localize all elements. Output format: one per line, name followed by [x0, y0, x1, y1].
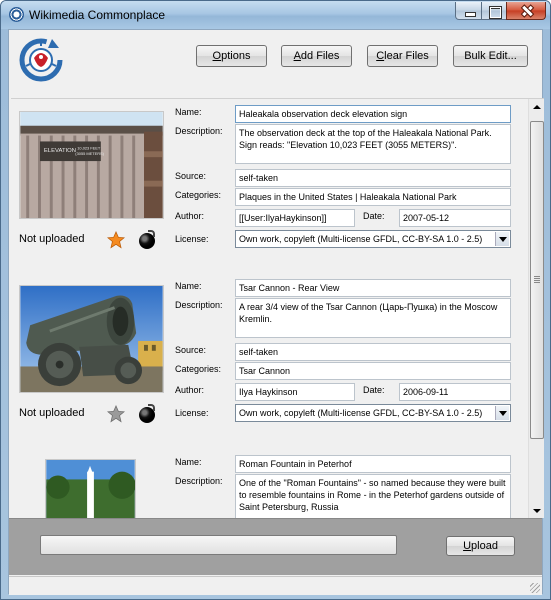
categories-field[interactable]: Tsar Cannon [235, 362, 511, 380]
clear-files-button[interactable]: Clear Files [367, 45, 438, 67]
file-entry: ELEVATION 10,023 FEET (3055 METERS) Not … [11, 99, 526, 274]
upload-bar: Upload [9, 518, 542, 575]
name-label: Name: [175, 281, 202, 291]
bomb-icon[interactable] [139, 230, 155, 249]
scroll-up-icon[interactable] [529, 99, 544, 115]
add-files-button[interactable]: Add Files [281, 45, 352, 67]
name-field[interactable]: Roman Fountain in Peterhof [235, 455, 511, 473]
date-field[interactable]: 2007-05-12 [399, 209, 511, 227]
source-label: Source: [175, 345, 207, 355]
upload-status: Not uploaded [19, 233, 85, 245]
license-label: License: [175, 234, 209, 244]
app-icon [9, 7, 24, 22]
license-value: Own work, copyleft (Multi-license GFDL, … [239, 234, 483, 244]
thumb-sign-text-1: ELEVATION [44, 148, 76, 154]
resize-grip-icon[interactable] [530, 583, 540, 593]
file-thumbnail[interactable] [19, 285, 164, 393]
status-bar [9, 576, 542, 595]
license-label: License: [175, 408, 209, 418]
close-button[interactable] [506, 2, 546, 20]
window-title: Wikimedia Commonplace [29, 8, 166, 22]
categories-label: Categories: [175, 190, 222, 200]
source-field[interactable]: self-taken [235, 169, 511, 187]
star-icon[interactable] [107, 231, 125, 249]
date-field[interactable]: 2006-09-11 [399, 383, 511, 401]
date-label: Date: [363, 211, 385, 221]
description-label: Description: [175, 476, 223, 486]
license-select[interactable]: Own work, copyleft (Multi-license GFDL, … [235, 404, 511, 422]
upload-status: Not uploaded [19, 407, 85, 419]
categories-label: Categories: [175, 364, 222, 374]
chevron-down-icon[interactable] [495, 232, 509, 246]
name-label: Name: [175, 457, 202, 467]
star-icon[interactable] [107, 405, 125, 423]
chevron-down-icon[interactable] [495, 406, 509, 420]
description-label: Description: [175, 126, 223, 136]
file-entry: Not uploaded Name: Tsar Cannon - Rear Vi… [11, 273, 526, 448]
title-bar[interactable]: Wikimedia Commonplace [1, 1, 550, 29]
options-button[interactable]: Options [196, 45, 267, 67]
scrollbar-thumb[interactable] [530, 121, 544, 439]
date-label: Date: [363, 385, 385, 395]
file-entry: Name: Roman Fountain in Peterhof Descrip… [11, 449, 526, 518]
license-value: Own work, copyleft (Multi-license GFDL, … [239, 408, 483, 418]
author-label: Author: [175, 211, 205, 221]
upload-progress-bar [40, 535, 397, 555]
author-field[interactable]: Ilya Haykinson [235, 383, 355, 401]
description-field[interactable]: One of the "Roman Fountains" - so named … [235, 474, 511, 518]
description-label: Description: [175, 300, 223, 310]
scroll-down-icon[interactable] [529, 503, 544, 518]
thumb-sign-text-2: 10,023 FEET [77, 145, 101, 150]
name-label: Name: [175, 107, 202, 117]
author-label: Author: [175, 385, 205, 395]
grip-icon [534, 276, 540, 277]
commonplace-logo [19, 38, 63, 82]
client-area: Options Add Files Clear Files Bulk Edit.… [8, 29, 544, 595]
license-select[interactable]: Own work, copyleft (Multi-license GFDL, … [235, 230, 511, 248]
file-thumbnail[interactable]: ELEVATION 10,023 FEET (3055 METERS) [19, 111, 164, 219]
file-list[interactable]: ELEVATION 10,023 FEET (3055 METERS) Not … [11, 98, 544, 518]
bulk-edit-button[interactable]: Bulk Edit... [453, 45, 528, 67]
name-field[interactable]: Haleakala observation deck elevation sig… [235, 105, 511, 123]
thumb-sign-text-3: (3055 METERS) [75, 151, 104, 156]
minimize-button[interactable] [455, 2, 482, 20]
bomb-icon[interactable] [139, 404, 155, 423]
description-field[interactable]: The observation deck at the top of the H… [235, 124, 511, 164]
categories-field[interactable]: Plaques in the United States | Haleakala… [235, 188, 511, 206]
name-field[interactable]: Tsar Cannon - Rear View [235, 279, 511, 297]
source-label: Source: [175, 171, 207, 181]
description-field[interactable]: A rear 3/4 view of the Tsar Cannon (Царь… [235, 298, 511, 338]
main-window: Wikimedia Commonplace Options Add Files … [0, 0, 551, 600]
maximize-button[interactable] [481, 2, 507, 20]
source-field[interactable]: self-taken [235, 343, 511, 361]
vertical-scrollbar[interactable] [528, 99, 544, 518]
file-thumbnail[interactable] [45, 459, 136, 518]
upload-button[interactable]: Upload [446, 536, 515, 556]
author-field[interactable]: [[User:IlyaHaykinson]] [235, 209, 355, 227]
